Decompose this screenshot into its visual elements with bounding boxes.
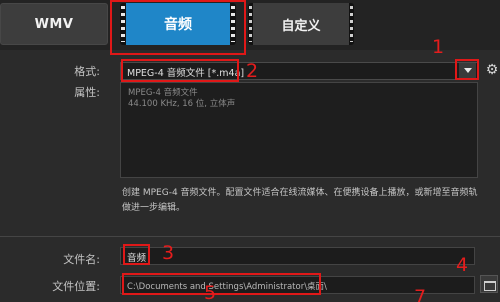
tab-wmv-label: WMV — [34, 16, 74, 32]
annotation-box-dropdown — [455, 59, 479, 80]
annotation-number: 7 — [414, 286, 427, 302]
tab-custom-label: 自定义 — [281, 18, 321, 34]
annotation-box-location — [122, 273, 321, 295]
divider — [0, 236, 500, 237]
tab-wmv[interactable]: WMV — [0, 3, 108, 45]
tab-custom[interactable]: 自定义 — [248, 3, 354, 45]
annotation-number: 3 — [162, 242, 175, 264]
annotation-number: 1 — [432, 36, 445, 58]
properties-line: 44.100 KHz, 16 位, 立体声 — [128, 99, 236, 109]
gear-icon[interactable]: ⚙ — [484, 62, 500, 78]
folder-icon[interactable] — [480, 275, 498, 293]
annotation-number: 5 — [204, 282, 217, 302]
annotation-box-format — [121, 59, 239, 82]
format-label: 格式: — [74, 65, 100, 78]
tab-bar: WMV 音频 自定义 — [0, 0, 500, 50]
annotation-box-audio-tab — [110, 0, 246, 55]
location-label: 文件位置: — [52, 280, 100, 293]
annotation-number: 2 — [246, 60, 259, 82]
annotation-number: 4 — [456, 254, 469, 276]
film-perforation-right — [350, 6, 353, 42]
properties-label: 属性: — [74, 86, 100, 99]
film-perforation-left — [249, 6, 252, 42]
profile-description: 创建 MPEG-4 音频文件。配置文件适合在线流媒体、在便携设备上播放，或新增至… — [122, 188, 478, 213]
filename-label: 文件名: — [63, 253, 100, 266]
annotation-box-filename — [123, 244, 150, 265]
